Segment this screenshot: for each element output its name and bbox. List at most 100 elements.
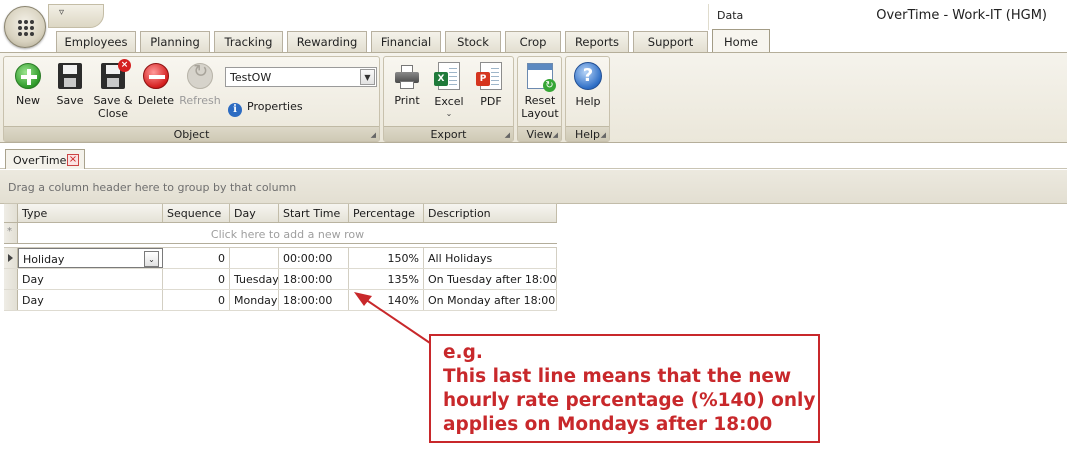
new-item-row[interactable]: * Click here to add a new row [4, 223, 557, 244]
current-row-arrow-icon [8, 254, 13, 262]
new-button[interactable]: New [8, 61, 48, 107]
sequence-cell[interactable]: 0 [163, 290, 230, 310]
delete-button-label: Delete [137, 94, 175, 107]
asterisk-icon: * [7, 226, 12, 237]
sequence-cell[interactable]: 0 [163, 248, 230, 268]
column-header-sequence[interactable]: Sequence [163, 204, 230, 222]
floppy-disk-icon [58, 63, 82, 89]
reset-layout-button-label: Reset Layout [521, 94, 559, 120]
object-select-value: TestOW [230, 71, 272, 84]
ribbon-group-caption: View ◢ [518, 126, 561, 141]
save-button[interactable]: Save [51, 61, 89, 107]
type-cell[interactable]: Day [18, 269, 163, 289]
quick-access-toolbar[interactable]: ▿ [48, 4, 104, 28]
chevron-down-icon[interactable]: ▼ [360, 69, 375, 85]
percentage-cell[interactable]: 150% [349, 248, 424, 268]
properties-button-label: Properties [247, 100, 303, 113]
sequence-cell[interactable]: 0 [163, 269, 230, 289]
day-cell[interactable]: Monday [230, 290, 279, 310]
help-icon: ? [574, 62, 602, 90]
print-button-label: Print [394, 94, 420, 107]
chevron-down-icon[interactable]: ⌄ [430, 107, 468, 120]
delete-icon [143, 63, 169, 89]
tab-crop[interactable]: Crop [505, 31, 561, 52]
properties-button[interactable]: i Properties [228, 100, 303, 117]
annotation-line: applies on Mondays after 18:00 [443, 414, 773, 435]
excel-icon: X [434, 62, 460, 90]
table-row[interactable]: Day 0 Tuesday 18:00:00 135% On Tuesday a… [4, 269, 557, 290]
window-title: OverTime - Work-IT (HGM) [876, 8, 1047, 23]
ribbon-group-view: ↻ Reset Layout View ◢ [517, 56, 562, 142]
new-row-hint[interactable]: Click here to add a new row [18, 228, 557, 241]
object-select[interactable]: TestOW ▼ [225, 67, 377, 87]
grid-header-row: Type Sequence Day Start Time Percentage … [4, 203, 557, 223]
annotation-line: hourly rate percentage (%140) only [443, 390, 816, 411]
column-header-percentage[interactable]: Percentage [349, 204, 424, 222]
type-cell[interactable]: Day [18, 290, 163, 310]
start-time-cell[interactable]: 00:00:00 [279, 248, 349, 268]
annotation-line: e.g. [443, 342, 483, 363]
day-cell[interactable]: Tuesday [230, 269, 279, 289]
excel-button[interactable]: X Excel ⌄ [430, 61, 468, 120]
table-row[interactable]: Holiday ⌄ 0 00:00:00 150% All Holidays [4, 248, 557, 269]
type-cell-editor[interactable]: Holiday ⌄ [18, 248, 163, 268]
dialog-launcher-icon[interactable]: ◢ [505, 131, 510, 139]
application-menu-button[interactable] [4, 6, 46, 48]
column-header-type[interactable]: Type [18, 204, 163, 222]
document-tab-overtime[interactable]: OverTime × [5, 149, 85, 169]
description-cell[interactable]: All Holidays [424, 248, 557, 268]
tab-employees[interactable]: Employees [56, 31, 136, 52]
dialog-launcher-icon[interactable]: ◢ [371, 131, 376, 139]
day-cell[interactable] [230, 248, 279, 268]
chevron-down-icon[interactable]: ⌄ [144, 251, 159, 267]
tab-planning[interactable]: Planning [140, 31, 210, 52]
tab-stock[interactable]: Stock [445, 31, 501, 52]
pdf-icon: P [476, 62, 502, 90]
column-header-description[interactable]: Description [424, 204, 557, 222]
chevron-down-icon[interactable]: ▿ [59, 7, 64, 18]
help-button-label: Help [575, 95, 601, 108]
view-group-caption: View [526, 128, 553, 141]
close-icon[interactable]: × [67, 154, 79, 166]
tab-support[interactable]: Support [633, 31, 708, 52]
delete-button[interactable]: Delete [136, 61, 176, 107]
start-time-cell[interactable]: 18:00:00 [279, 269, 349, 289]
dialog-launcher-icon[interactable]: ◢ [601, 131, 606, 139]
refresh-button-label: Refresh [179, 94, 221, 107]
column-header-start-time[interactable]: Start Time [279, 204, 349, 222]
save-close-button[interactable]: × Save & Close [90, 59, 136, 120]
tab-financial[interactable]: Financial [371, 31, 441, 52]
column-header-day[interactable]: Day [230, 204, 279, 222]
row-indicator-header [4, 204, 18, 222]
pdf-button[interactable]: P PDF [472, 61, 510, 108]
print-button[interactable]: Print [388, 61, 426, 107]
group-by-panel[interactable]: Drag a column header here to group by th… [0, 170, 1067, 204]
tab-home[interactable]: Home [712, 29, 770, 52]
reset-layout-button[interactable]: ↻ Reset Layout [519, 61, 561, 120]
pdf-button-label: PDF [480, 95, 502, 108]
description-cell[interactable]: On Monday after 18:00 [424, 290, 557, 310]
table-row[interactable]: Day 0 Monday 18:00:00 140% On Monday aft… [4, 290, 557, 311]
grid-dots-icon [17, 19, 35, 37]
ribbon-group-caption: Object ◢ [4, 126, 379, 141]
row-indicator-current [4, 248, 18, 268]
tab-reports[interactable]: Reports [565, 31, 629, 52]
add-icon [15, 63, 41, 89]
tab-tracking[interactable]: Tracking [214, 31, 283, 52]
type-cell-value: Holiday [23, 253, 65, 266]
percentage-cell[interactable]: 140% [349, 290, 424, 310]
tab-rewarding[interactable]: Rewarding [287, 31, 367, 52]
start-time-cell[interactable]: 18:00:00 [279, 290, 349, 310]
refresh-button[interactable]: Refresh [178, 61, 222, 107]
percentage-cell[interactable]: 135% [349, 269, 424, 289]
help-group-caption: Help [574, 128, 601, 141]
description-cell[interactable]: On Tuesday after 18:00 [424, 269, 557, 289]
row-indicator [4, 269, 18, 289]
row-indicator-new: * [4, 223, 18, 243]
context-tab-group-label: Data [708, 4, 768, 30]
dialog-launcher-icon[interactable]: ◢ [553, 131, 558, 139]
help-button[interactable]: ? Help [567, 61, 609, 108]
overtime-grid: Type Sequence Day Start Time Percentage … [4, 203, 557, 311]
ribbon-group-object: New Save × Save & Close Delete Refresh T… [3, 56, 380, 142]
title-bar: ▿ Data OverTime - Work-IT (HGM) Employee… [0, 0, 1067, 52]
